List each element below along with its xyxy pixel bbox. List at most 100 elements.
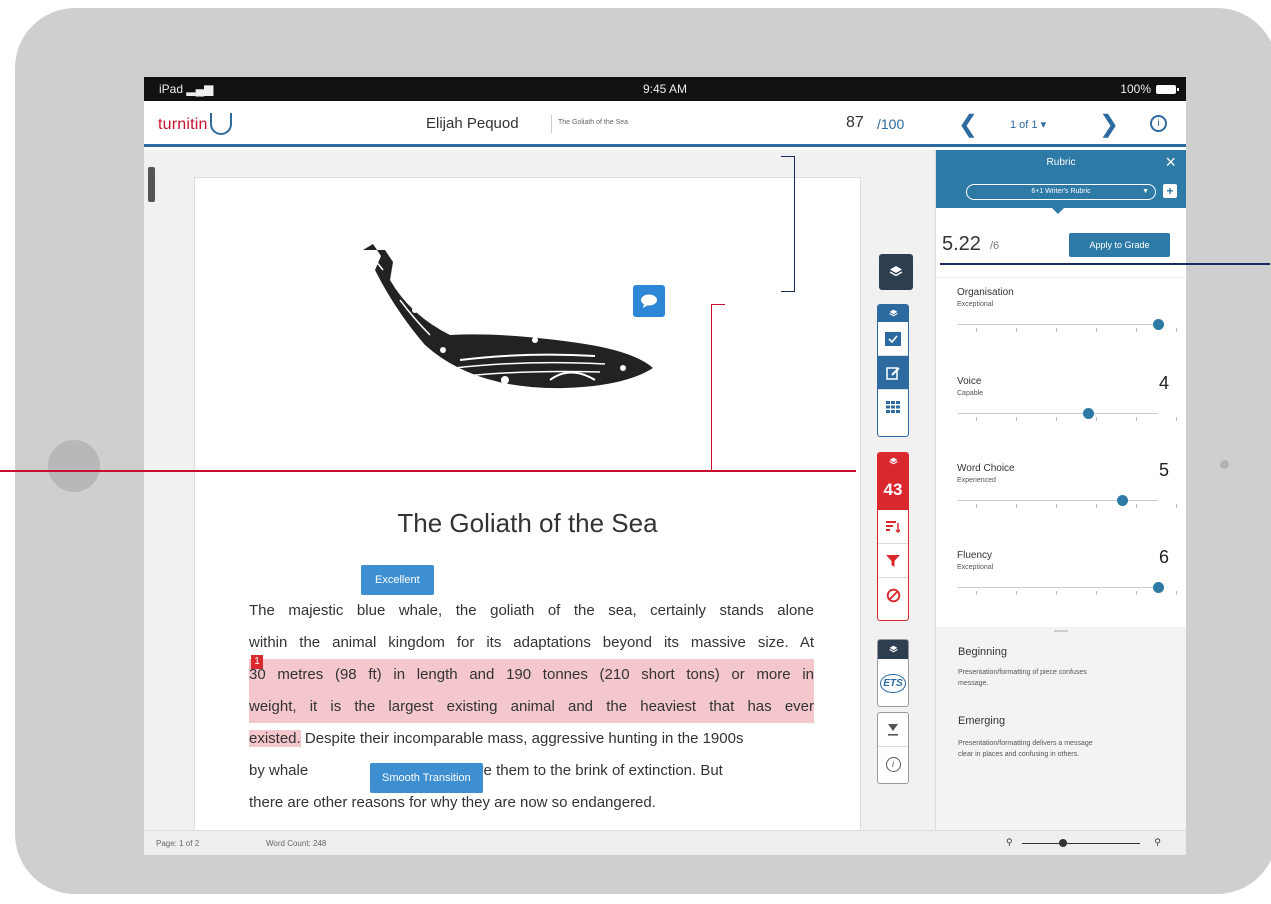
ets-button[interactable]: ETS (878, 659, 908, 706)
download-button[interactable] (878, 713, 908, 747)
next-paper-icon[interactable]: ❯ (1099, 110, 1119, 139)
zoom-out-icon[interactable]: ⚲ (1006, 837, 1013, 848)
feedback-edit-button[interactable] (878, 356, 908, 390)
status-bar: iPad ▂▄▆ 9:45 AM 100% (144, 77, 1186, 101)
document-page: The Goliath of the Sea Excellent The maj… (194, 177, 861, 837)
zoom-thumb[interactable] (1059, 839, 1068, 847)
side-drawer-handle[interactable] (148, 167, 155, 202)
filter-icon (886, 554, 900, 567)
slider-track[interactable] (958, 413, 1158, 414)
similarity-toolbar: 43 (877, 452, 909, 621)
word-count: Word Count: 248 (266, 839, 327, 848)
apply-to-grade-button[interactable]: Apply to Grade (1069, 233, 1170, 257)
slider-tick (1136, 591, 1137, 595)
slider-ticks (958, 504, 1177, 509)
battery-icon (1156, 84, 1179, 94)
rubric-selected: 6+1 Writer's Rubric (1031, 188, 1091, 195)
slider-tick (1176, 591, 1177, 595)
ets-layer-icon[interactable] (878, 640, 908, 659)
criterion-fluency: Fluency Exceptional 6 (936, 541, 1186, 621)
filter-button[interactable] (878, 544, 908, 578)
download-info-toolbar: i (877, 712, 909, 784)
quickmark-smooth-transition[interactable]: Smooth Transition (370, 763, 483, 793)
submission-info-button[interactable]: i (878, 747, 908, 781)
sort-list-icon (886, 520, 900, 533)
resize-handle[interactable] (1054, 630, 1068, 632)
slider-ticks (958, 591, 1177, 596)
paper-selector[interactable]: 1 of 1 ▾ (1010, 118, 1046, 131)
turnitin-logo-icon (209, 113, 232, 135)
slider-thumb[interactable] (1152, 319, 1164, 330)
zoom-in-icon[interactable]: ⚲ (1154, 837, 1161, 848)
criterion-value: 6 (1158, 547, 1169, 567)
text-line: existed. Despite their incomparable mass… (249, 723, 814, 755)
document-title: The Goliath of the Sea (397, 508, 658, 538)
highlighted-text[interactable]: existed. (249, 730, 301, 747)
quickmark-excellent[interactable]: Excellent (361, 565, 434, 595)
similarity-layer-icon[interactable] (878, 453, 908, 470)
previous-paper-icon[interactable]: ❮ (958, 110, 978, 139)
text-line-highlighted[interactable]: weight, it is the largest existing anima… (249, 691, 814, 723)
slider-tick (1016, 417, 1017, 421)
whale-illustration (363, 244, 653, 389)
similarity-match-badge[interactable]: 1 (251, 655, 263, 669)
grading-callout-line (940, 263, 1270, 265)
similarity-score-button[interactable]: 43 (878, 470, 908, 510)
rubric-selector[interactable]: 6+1 Writer's Rubric ▼ (966, 184, 1156, 200)
rubric-title: Rubric (1046, 157, 1076, 168)
slider-tick (1056, 417, 1057, 421)
info-icon[interactable]: i (1150, 115, 1167, 132)
layers-button[interactable] (879, 254, 913, 290)
document-viewer[interactable]: The Goliath of the Sea Excellent The maj… (144, 150, 935, 837)
comment-bubble-icon[interactable] (633, 285, 665, 317)
grid-icon (886, 401, 900, 413)
student-name: Elijah Pequod (426, 115, 519, 132)
grading-layer-icon[interactable] (878, 305, 908, 322)
slider-tick (1136, 328, 1137, 332)
criterion-name: Voice (957, 376, 982, 387)
criterion-value: 4 (1158, 373, 1169, 393)
match-overview-button[interactable] (878, 510, 908, 544)
text-line: The majestic blue whale, the goliath of … (249, 602, 814, 619)
home-button[interactable] (48, 440, 100, 492)
zoom-track[interactable] (1022, 843, 1140, 844)
ets-logo-icon: ETS (880, 673, 906, 693)
slider-tick (1056, 591, 1057, 595)
slider-track[interactable] (958, 324, 1158, 325)
block-icon (886, 588, 900, 602)
grade-score[interactable]: 87 (846, 114, 864, 132)
criterion-name: Word Choice (957, 463, 1015, 474)
slider-tick (976, 328, 977, 332)
grading-toolbar (877, 304, 909, 437)
edit-icon (886, 366, 900, 380)
slider-tick (976, 417, 977, 421)
close-icon[interactable]: × (1165, 152, 1176, 173)
criterion-name: Fluency (957, 550, 993, 561)
slider-tick (1176, 417, 1177, 421)
text-line: by whale oil drove them to the brink of e… (249, 755, 814, 787)
chevron-down-icon: ▼ (1142, 188, 1149, 195)
slider-track[interactable] (958, 587, 1158, 588)
checkmark-tool-button[interactable] (878, 322, 908, 356)
criterion-value: 5 (1158, 460, 1169, 480)
slider-tick (1016, 591, 1017, 595)
grading-callout-bracket (781, 156, 795, 292)
rubric-grid-button[interactable] (878, 390, 908, 424)
slider-thumb[interactable] (1152, 582, 1164, 593)
slider-tick (1176, 504, 1177, 508)
status-footer: Page: 1 of 2 Word Count: 248 ⚲ ⚲ (144, 830, 1186, 855)
text-segment: by whale (249, 762, 309, 779)
layers-icon (889, 266, 903, 277)
slider-tick (1096, 328, 1097, 332)
slider-tick (1136, 417, 1137, 421)
slider-tick (1096, 417, 1097, 421)
exclude-sources-button[interactable] (878, 578, 908, 612)
slider-thumb[interactable] (1082, 408, 1094, 419)
text-line-highlighted[interactable]: 30 metres (98 ft) in length and 190 tonn… (249, 659, 814, 691)
add-rubric-icon[interactable]: + (1163, 184, 1177, 198)
slider-track[interactable] (958, 500, 1158, 501)
slider-tick (1056, 504, 1057, 508)
zoom-slider[interactable]: ⚲ ⚲ (1006, 837, 1161, 849)
slider-thumb[interactable] (1116, 495, 1128, 506)
slider-tick (1016, 504, 1017, 508)
